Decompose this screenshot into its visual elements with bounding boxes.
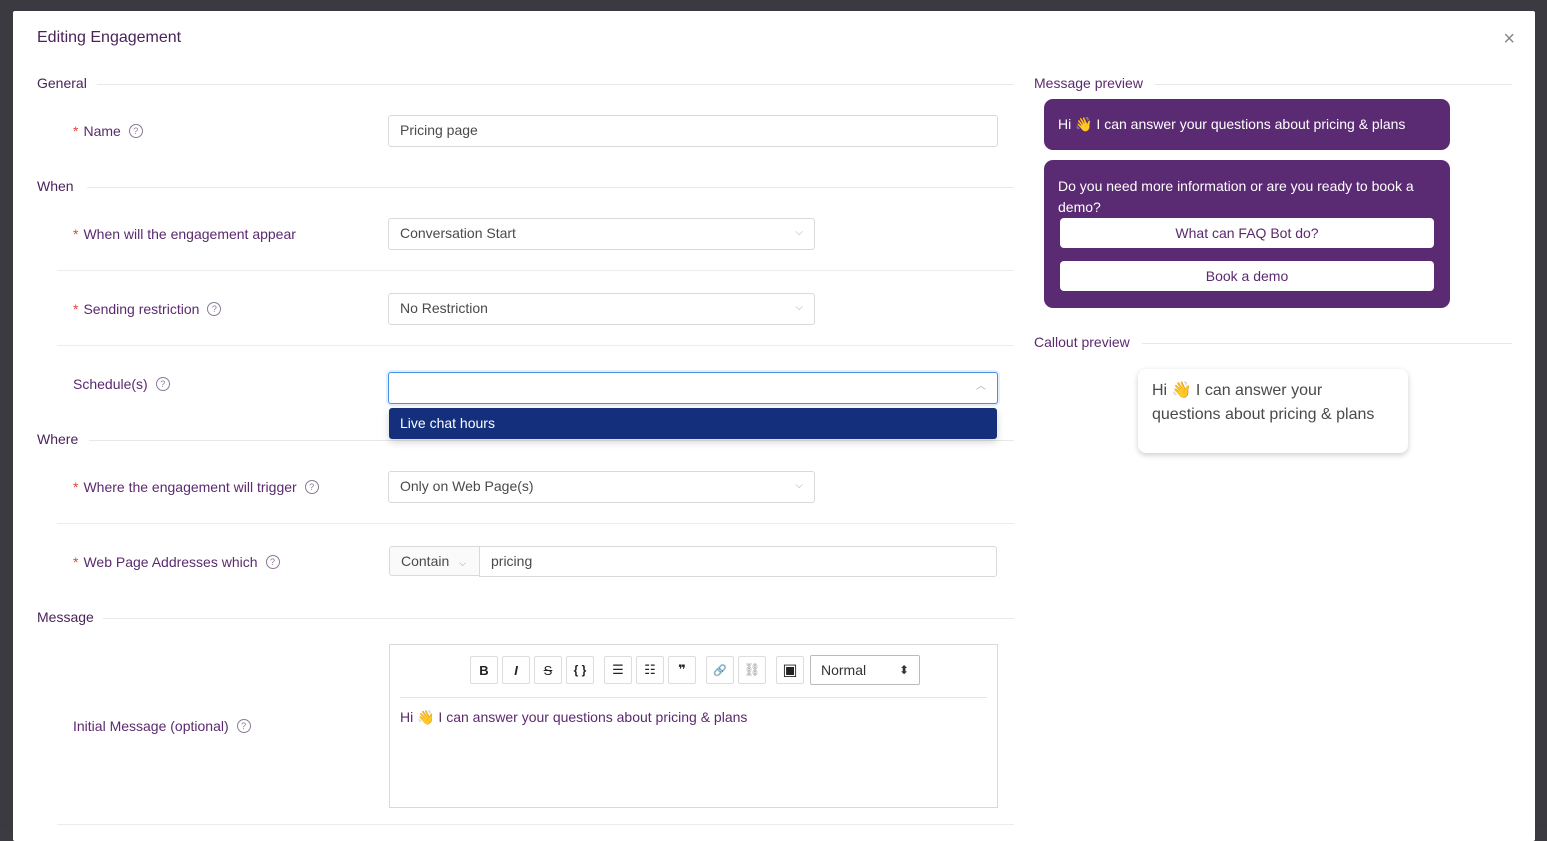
trigger-select-value: Only on Web Page(s): [400, 478, 534, 494]
help-icon[interactable]: ?: [207, 302, 222, 316]
schedules-label: Schedule(s) ?: [73, 376, 170, 392]
required-marker: *: [73, 301, 79, 317]
ordered-list-button[interactable]: ☷: [636, 656, 664, 684]
modal-title: Editing Engagement: [37, 29, 182, 46]
addresses-label: * Web Page Addresses which ?: [73, 554, 280, 570]
updown-arrows-icon: ⬍: [898, 663, 909, 677]
editor-toolbar: B I S { } ☰ ☷ ❞ 🔗 ⛓ ▣ Normal ⬍: [470, 655, 920, 685]
help-icon[interactable]: ?: [236, 719, 251, 733]
chevron-down-icon: ⌵: [795, 480, 803, 491]
callout-preview-label: Callout preview: [1034, 334, 1130, 350]
required-marker: *: [73, 226, 79, 242]
appear-label-text: When will the engagement appear: [83, 226, 296, 242]
dropdown-option-live-chat-hours[interactable]: Live chat hours: [389, 408, 997, 439]
row-divider: [57, 270, 1014, 271]
name-label: * Name ?: [73, 123, 143, 139]
chevron-down-icon: ⌵: [795, 302, 803, 313]
initial-message-label: Initial Message (optional) ?: [73, 718, 251, 734]
unlink-button[interactable]: ⛓: [738, 656, 766, 684]
format-select[interactable]: Normal ⬍: [810, 655, 920, 685]
section-divider: [1155, 84, 1512, 85]
section-divider: [103, 618, 1014, 619]
format-select-value: Normal: [821, 662, 867, 678]
required-marker: *: [73, 123, 79, 139]
restriction-label: * Sending restriction ?: [73, 301, 222, 317]
name-input[interactable]: Pricing page: [388, 115, 998, 147]
restriction-select-value: No Restriction: [400, 300, 488, 316]
bullet-list-button[interactable]: ☰: [604, 656, 632, 684]
initial-message-label-text: Initial Message (optional): [73, 718, 229, 734]
help-icon[interactable]: ?: [265, 555, 280, 569]
chevron-down-icon: ⌵: [459, 558, 466, 568]
bold-button[interactable]: B: [470, 656, 498, 684]
preview-bubble-with-buttons: Do you need more information or are you …: [1044, 160, 1450, 308]
row-divider: [57, 523, 1014, 524]
help-icon[interactable]: ?: [128, 124, 143, 138]
address-input[interactable]: pricing: [479, 546, 997, 577]
schedules-label-text: Schedule(s): [73, 376, 148, 392]
message-preview-label: Message preview: [1034, 75, 1143, 91]
section-when: When: [37, 178, 74, 194]
appear-select-value: Conversation Start: [400, 225, 516, 241]
required-marker: *: [73, 479, 79, 495]
restriction-label-text: Sending restriction: [83, 301, 200, 317]
preview-quick-reply-faq[interactable]: What can FAQ Bot do?: [1060, 218, 1434, 248]
trigger-label: * Where the engagement will trigger ?: [73, 479, 319, 495]
address-operator-select[interactable]: Contain ⌵: [389, 546, 480, 576]
chevron-up-icon: ︿: [976, 381, 986, 392]
addresses-label-text: Web Page Addresses which: [83, 554, 258, 570]
trigger-select[interactable]: Only on Web Page(s) ⌵: [388, 471, 815, 503]
chevron-down-icon: ⌵: [795, 227, 803, 238]
row-divider: [57, 824, 1014, 825]
address-operator-value: Contain: [401, 553, 450, 569]
italic-button[interactable]: I: [502, 656, 530, 684]
preview-bubble-text: Do you need more information or are you …: [1058, 178, 1414, 215]
section-where: Where: [37, 431, 79, 447]
section-message: Message: [37, 609, 94, 625]
required-marker: *: [73, 554, 79, 570]
rich-text-editor: B I S { } ☰ ☷ ❞ 🔗 ⛓ ▣ Normal ⬍ Hi 👋 I ca…: [389, 644, 998, 808]
preview-quick-reply-demo[interactable]: Book a demo: [1060, 261, 1434, 291]
close-icon[interactable]: ×: [1503, 29, 1515, 49]
callout-preview: Hi 👋 I can answer your questions about p…: [1138, 369, 1408, 453]
help-icon[interactable]: ?: [304, 480, 319, 494]
editor-divider: [400, 697, 987, 698]
section-divider: [97, 84, 1014, 85]
image-button[interactable]: ▣: [776, 656, 804, 684]
code-button[interactable]: { }: [566, 656, 594, 684]
schedules-dropdown: Live chat hours: [389, 408, 997, 439]
help-icon[interactable]: ?: [155, 377, 170, 391]
trigger-label-text: Where the engagement will trigger: [83, 479, 297, 495]
appear-label: * When will the engagement appear: [73, 226, 296, 242]
strikethrough-button[interactable]: S: [534, 656, 562, 684]
restriction-select[interactable]: No Restriction ⌵: [388, 293, 815, 325]
section-general: General: [37, 75, 87, 91]
schedules-select[interactable]: ︿: [388, 372, 998, 404]
link-button[interactable]: 🔗: [706, 656, 734, 684]
section-divider: [87, 187, 1014, 188]
editor-content[interactable]: Hi 👋 I can answer your questions about p…: [400, 709, 747, 726]
appear-select[interactable]: Conversation Start ⌵: [388, 218, 815, 250]
section-divider: [1142, 343, 1512, 344]
section-divider: [89, 440, 1014, 441]
preview-bubble: Hi 👋 I can answer your questions about p…: [1044, 99, 1450, 150]
name-label-text: Name: [83, 123, 121, 139]
row-divider: [57, 345, 1014, 346]
edit-engagement-modal: Editing Engagement × General * Name ? Pr…: [13, 11, 1535, 841]
blockquote-button[interactable]: ❞: [668, 656, 696, 684]
